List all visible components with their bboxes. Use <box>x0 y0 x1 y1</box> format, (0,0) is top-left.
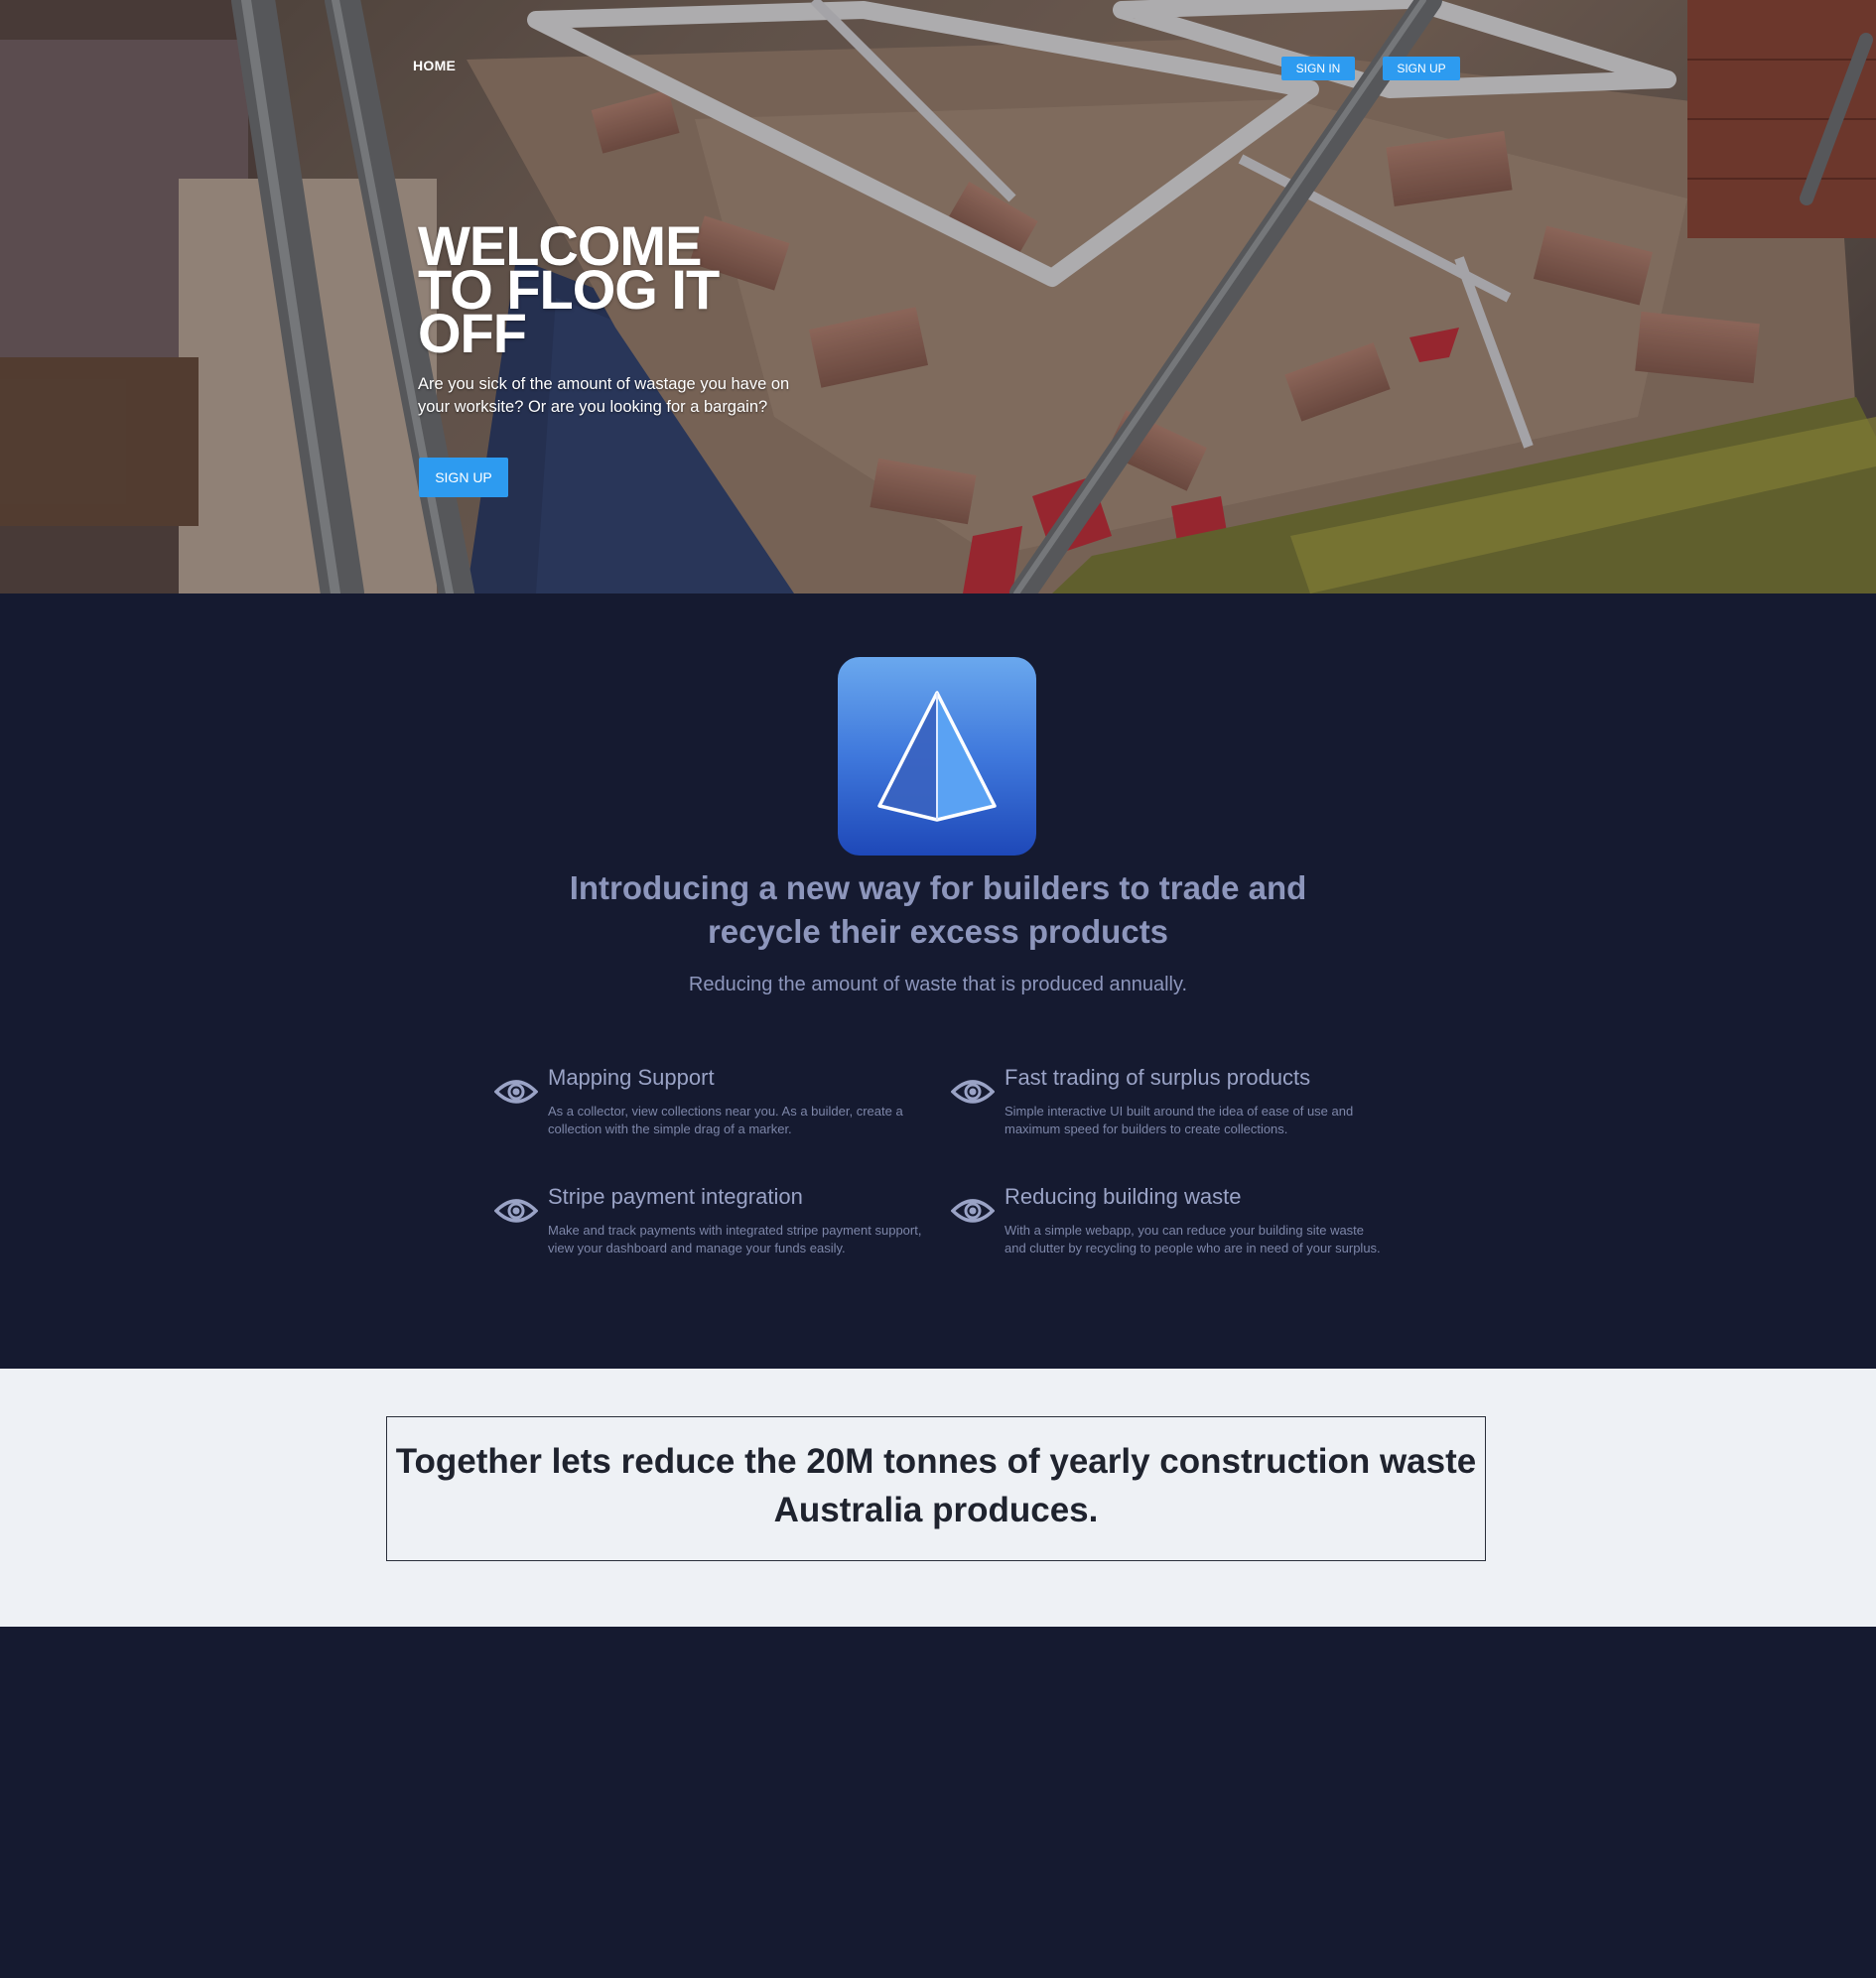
eye-icon <box>951 1080 995 1104</box>
footer <box>0 1627 1876 1978</box>
app-logo <box>838 657 1036 856</box>
hero-text: Are you sick of the amount of wastage yo… <box>418 375 790 416</box>
quote-section: Together lets reduce the 20M tonnes of y… <box>0 1369 1876 1627</box>
features-subheading: Reducing the amount of waste that is pro… <box>688 974 1188 995</box>
hero-signup-button[interactable]: SIGN UP <box>419 458 508 497</box>
nav-signin-button[interactable]: SIGN IN <box>1281 57 1355 80</box>
quote-box: Together lets reduce the 20M tonnes of y… <box>386 1416 1486 1561</box>
hero-overlay <box>0 0 1876 593</box>
feature-title: Fast trading of surplus products <box>1005 1065 1311 1090</box>
nav-signup-button[interactable]: SIGN UP <box>1383 57 1460 80</box>
features-heading: Introducing a new way for builders to tr… <box>569 869 1307 950</box>
features-section: Introducing a new way for builders to tr… <box>0 593 1876 1369</box>
pyramid-icon <box>877 691 997 822</box>
feature-description: With a simple webapp, you can reduce you… <box>1005 1223 1381 1255</box>
eye-icon <box>494 1080 538 1104</box>
hero-title: WELCOME TO FLOG IT OFF <box>418 214 720 364</box>
feature-description: As a collector, view collections near yo… <box>548 1104 903 1136</box>
eye-icon <box>494 1199 538 1223</box>
eye-icon <box>951 1199 995 1223</box>
nav-home-link[interactable]: HOME <box>413 58 456 73</box>
hero-section: HOME SIGN IN SIGN UP WELCOME TO FLOG IT … <box>0 0 1876 593</box>
feature-title: Stripe payment integration <box>548 1184 803 1209</box>
feature-description: Make and track payments with integrated … <box>548 1223 922 1255</box>
feature-title: Mapping Support <box>548 1065 715 1090</box>
feature-description: Simple interactive UI built around the i… <box>1005 1104 1354 1136</box>
quote-text: Together lets reduce the 20M tonnes of y… <box>395 1442 1477 1529</box>
feature-title: Reducing building waste <box>1005 1184 1242 1209</box>
